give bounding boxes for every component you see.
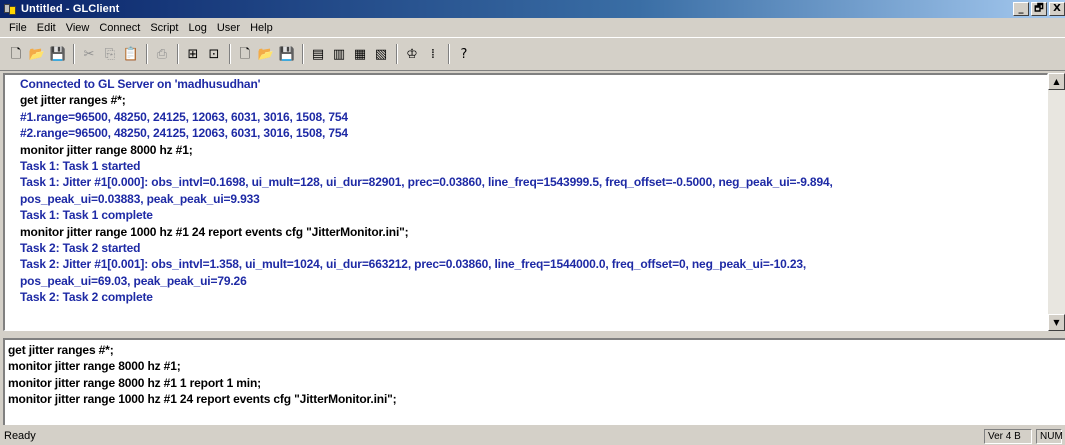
menu-connect[interactable]: Connect: [94, 22, 145, 34]
output-line: get jitter ranges #*;: [20, 93, 126, 108]
log-export-icon[interactable]: ▧: [371, 44, 391, 64]
status-text: Ready: [4, 430, 36, 442]
output-line: #2.range=96500, 48250, 24125, 12063, 603…: [20, 126, 348, 141]
save-script-icon[interactable]: 💾: [277, 44, 297, 64]
output-line: Task 1: Jitter #1[0.000]: obs_intvl=0.16…: [20, 175, 833, 190]
command-line[interactable]: get jitter ranges #*;: [8, 342, 1065, 358]
version-panel: Ver 4 B: [984, 429, 1032, 444]
command-input-pane[interactable]: get jitter ranges #*; monitor jitter rang…: [3, 338, 1065, 425]
menu-help[interactable]: Help: [245, 22, 278, 34]
help-icon[interactable]: ?: [454, 44, 474, 64]
command-line[interactable]: monitor jitter range 1000 hz #1 24 repor…: [8, 391, 1065, 407]
output-line: Task 1: Task 1 started: [20, 159, 141, 174]
log-send-icon[interactable]: ▦: [350, 44, 370, 64]
menu-file[interactable]: File: [4, 22, 32, 34]
toolbar-separator: [177, 44, 179, 64]
cut-icon[interactable]: ✂: [79, 44, 99, 64]
toolbar-separator: [396, 44, 398, 64]
save-icon[interactable]: 💾: [48, 44, 68, 64]
window-controls: _ 🗗 X: [1011, 2, 1065, 16]
open-folder-icon[interactable]: 📂: [27, 44, 47, 64]
output-scrollbar[interactable]: ▲ ▼: [1048, 73, 1065, 331]
scroll-down-button[interactable]: ▼: [1048, 314, 1065, 331]
new-script-icon[interactable]: 🗋: [235, 44, 255, 64]
scroll-up-button[interactable]: ▲: [1048, 73, 1065, 90]
output-line: Connected to GL Server on 'madhusudhan': [20, 77, 261, 91]
log-icon[interactable]: ▤: [308, 44, 328, 64]
log-view-icon[interactable]: ▥: [329, 44, 349, 64]
toolbar-separator: [229, 44, 231, 64]
status-bar: Ready Ver 4 B NUM: [0, 428, 1065, 445]
minimize-button[interactable]: _: [1013, 2, 1029, 16]
connect-icon[interactable]: ⊞: [183, 44, 203, 64]
command-line[interactable]: monitor jitter range 8000 hz #1;: [8, 358, 1065, 374]
network-icon[interactable]: ⊡: [204, 44, 224, 64]
open-script-icon[interactable]: 📂: [256, 44, 276, 64]
output-line: Task 2: Task 2 complete: [20, 290, 153, 305]
output-line: monitor jitter range 8000 hz #1;: [20, 142, 193, 157]
paste-icon[interactable]: 📋: [121, 44, 141, 64]
output-line: pos_peak_ui=69.03, peak_peak_ui=79.26: [20, 273, 247, 288]
new-file-icon[interactable]: 🗋: [6, 44, 26, 64]
output-line: Task 2: Task 2 started: [20, 241, 141, 256]
menu-bar: File Edit View Connect Script Log User H…: [0, 18, 1065, 37]
window-title: Untitled - GLClient: [21, 3, 120, 15]
menu-log[interactable]: Log: [183, 22, 211, 34]
output-log-pane[interactable]: Connected to GL Server on 'madhusudhan' g…: [3, 73, 1048, 331]
command-line[interactable]: monitor jitter range 8000 hz #1 1 report…: [8, 375, 1065, 391]
toolbar-separator: [302, 44, 304, 64]
output-line: monitor jitter range 1000 hz #1 24 repor…: [20, 224, 409, 239]
output-line: #1.range=96500, 48250, 24125, 12063, 603…: [20, 109, 348, 124]
close-button[interactable]: X: [1049, 2, 1065, 16]
status-icon[interactable]: ⁞: [423, 44, 443, 64]
menu-user[interactable]: User: [212, 22, 245, 34]
menu-edit[interactable]: Edit: [32, 22, 61, 34]
output-line: Task 2: Jitter #1[0.001]: obs_intvl=1.35…: [20, 257, 807, 272]
hierarchy-icon[interactable]: ♔: [402, 44, 422, 64]
output-line: Task 1: Task 1 complete: [20, 208, 153, 223]
app-icon[interactable]: [3, 2, 17, 16]
numlock-panel: NUM: [1036, 429, 1063, 444]
restore-button[interactable]: 🗗: [1031, 2, 1047, 16]
copy-icon[interactable]: ⎘: [100, 44, 120, 64]
toolbar: 🗋 📂 💾 ✂ ⎘ 📋 ⎙ ⊞ ⊡ 🗋 📂 💾 ▤ ▥ ▦ ▧ ♔ ⁞?: [0, 37, 1065, 71]
menu-view[interactable]: View: [61, 22, 95, 34]
print-icon[interactable]: ⎙: [152, 44, 172, 64]
toolbar-separator: [448, 44, 450, 64]
pane-splitter[interactable]: [0, 331, 1065, 338]
toolbar-separator: [73, 44, 75, 64]
title-bar[interactable]: Untitled - GLClient _ 🗗 X: [0, 0, 1065, 18]
output-line: pos_peak_ui=0.03883, peak_peak_ui=9.933: [20, 191, 260, 206]
menu-script[interactable]: Script: [145, 22, 183, 34]
toolbar-separator: [146, 44, 148, 64]
